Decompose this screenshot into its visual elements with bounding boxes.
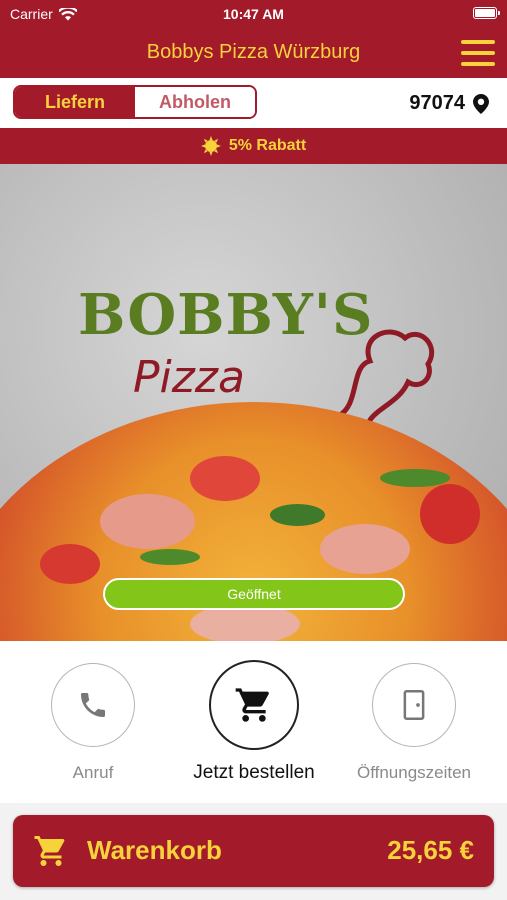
- pizza-topping: [380, 469, 450, 487]
- mode-option-abholen[interactable]: Abholen: [135, 87, 255, 117]
- location-pin-icon: [473, 93, 489, 114]
- delivery-mode-toggle: Liefern Abholen: [13, 85, 257, 119]
- mode-option-liefern[interactable]: Liefern: [15, 87, 135, 117]
- open-status-badge: Geöffnet: [103, 578, 405, 610]
- pizza-topping: [40, 544, 100, 584]
- quick-actions: Anruf Jetzt bestellen Öffnungszeiten: [0, 641, 507, 803]
- order-action[interactable]: Jetzt bestellen: [184, 660, 324, 784]
- cart-icon: [34, 836, 65, 866]
- cart-label: Warenkorb: [87, 835, 222, 865]
- order-now-button[interactable]: [209, 660, 299, 750]
- status-bar: Carrier 10:47 AM: [0, 0, 507, 28]
- pizza-topping: [190, 456, 260, 501]
- cart-total: 25,65 €: [387, 835, 474, 865]
- pizza-topping: [420, 484, 480, 544]
- pizza-topping: [320, 524, 410, 574]
- opening-hours-button[interactable]: [372, 663, 456, 747]
- opening-hours-label: Öffnungszeiten: [356, 763, 472, 782]
- postal-code-selector[interactable]: 97074: [409, 92, 489, 115]
- pizza-topping: [270, 504, 325, 526]
- opening-hours-action[interactable]: Öffnungszeiten: [344, 663, 484, 783]
- delivery-mode-row: Liefern Abholen 97074: [0, 78, 507, 128]
- phone-icon: [81, 693, 105, 717]
- call-button[interactable]: [51, 663, 135, 747]
- postal-code: 97074: [409, 92, 465, 114]
- order-now-label: Jetzt bestellen: [193, 762, 315, 783]
- page-title: Bobbys Pizza Würzburg: [146, 41, 361, 63]
- discount-banner: 5% Rabatt: [0, 128, 507, 164]
- battery-icon: [473, 7, 500, 19]
- call-action[interactable]: Anruf: [23, 663, 163, 783]
- logo-text-pizza: Pizza: [133, 352, 245, 403]
- clock: 10:47 AM: [223, 6, 284, 22]
- sun-badge-icon: [200, 136, 221, 156]
- pizza-topping: [100, 494, 195, 549]
- cart-button[interactable]: Warenkorb 25,65 €: [13, 815, 494, 887]
- chef-hat-icon: [335, 329, 435, 423]
- hero-banner: BOBBY'S Pizza Geöffnet: [0, 164, 507, 641]
- door-icon: [403, 690, 425, 720]
- hamburger-menu-icon[interactable]: [461, 40, 495, 66]
- navigation-bar: Bobbys Pizza Würzburg: [0, 28, 507, 78]
- discount-label: 5% Rabatt: [228, 137, 307, 154]
- cart-icon: [235, 688, 269, 722]
- pizza-topping: [140, 549, 200, 565]
- call-label: Anruf: [72, 763, 114, 782]
